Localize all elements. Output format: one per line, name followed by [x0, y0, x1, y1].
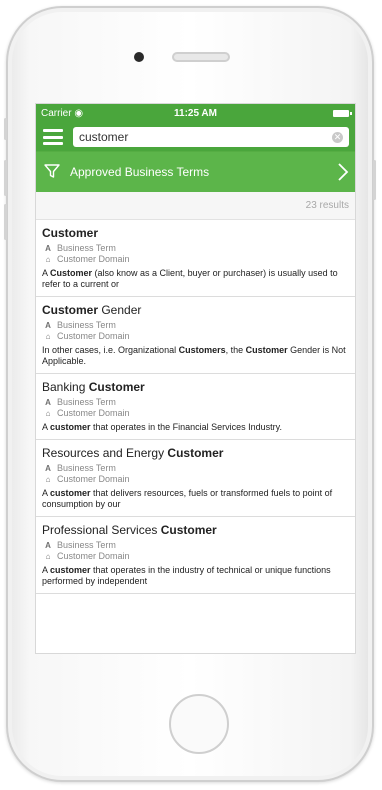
filter-icon — [44, 164, 60, 178]
results-count: 23 results — [36, 192, 355, 220]
clock: 11:25 AM — [174, 108, 217, 119]
result-card[interactable]: Professional Services Customer A Business … — [36, 517, 355, 594]
text-run: , the — [225, 345, 246, 355]
clear-icon[interactable]: ✕ — [332, 132, 343, 143]
result-title[interactable]: Resources and Energy Customer — [42, 446, 349, 460]
business-term-icon: A — [45, 398, 51, 407]
term-type-row: A Business Term — [42, 320, 349, 331]
domain-label: Customer Domain — [57, 408, 130, 418]
result-card[interactable]: Banking Customer A Business Term ⌂ Customer … — [36, 374, 355, 440]
filter-bar[interactable]: Approved Business Terms — [36, 151, 355, 192]
text-run: Banking — [42, 380, 89, 394]
search-box[interactable]: ✕ — [73, 127, 349, 147]
term-type-label: Business Term — [57, 397, 116, 407]
volume-button — [4, 204, 7, 240]
highlighted-term: customer — [50, 422, 91, 432]
text-run: In other cases, i.e. Organizational — [42, 345, 179, 355]
volume-button — [4, 160, 7, 196]
highlighted-term: Customer — [167, 446, 224, 460]
term-type-row: A Business Term — [42, 397, 349, 408]
business-term-icon: A — [45, 541, 51, 550]
text-run: A — [42, 268, 51, 278]
result-card[interactable]: Resources and Energy Customer A Business T… — [36, 440, 355, 517]
highlighted-term: Customer — [50, 268, 93, 278]
term-type-row: A Business Term — [42, 463, 349, 474]
text-run: A — [42, 422, 51, 432]
text-run: that operates in the Financial Services … — [90, 422, 282, 432]
result-card[interactable]: Customer Gender A Business Term ⌂ Customer D… — [36, 297, 355, 374]
domain-icon: ⌂ — [45, 255, 51, 264]
result-description: A customer that operates in the industry… — [42, 565, 349, 587]
text-run: A — [42, 488, 51, 498]
term-type-label: Business Term — [57, 540, 116, 550]
chevron-right-icon[interactable] — [337, 162, 349, 182]
term-type-label: Business Term — [57, 463, 116, 473]
text-run: A — [42, 565, 51, 575]
highlighted-term: Customer — [160, 523, 217, 537]
domain-row: ⌂ Customer Domain — [42, 254, 349, 265]
camera — [134, 52, 144, 62]
domain-icon: ⌂ — [45, 332, 51, 341]
domain-row: ⌂ Customer Domain — [42, 551, 349, 562]
app-screen: Carrier ◉ 11:25 AM ✕ Approved Business T… — [35, 103, 356, 654]
result-description: A customer that operates in the Financia… — [42, 422, 349, 433]
term-type-label: Business Term — [57, 243, 116, 253]
highlighted-term: customer — [50, 565, 91, 575]
business-term-icon: A — [45, 321, 51, 330]
domain-icon: ⌂ — [45, 475, 51, 484]
status-bar: Carrier ◉ 11:25 AM — [36, 104, 355, 123]
business-term-icon: A — [45, 464, 51, 473]
volume-button — [4, 118, 7, 140]
hamburger-icon[interactable] — [43, 129, 63, 145]
highlighted-term: Customer — [245, 345, 288, 355]
search-input[interactable] — [79, 129, 319, 145]
highlighted-term: customer — [50, 488, 91, 498]
result-description: In other cases, i.e. Organizational Cust… — [42, 345, 349, 367]
highlighted-term: Customer — [42, 226, 99, 240]
result-card[interactable]: Customer A Business Term ⌂ Customer Domain A … — [36, 220, 355, 297]
result-description: A Customer (also know as a Client, buyer… — [42, 268, 349, 290]
term-type-row: A Business Term — [42, 540, 349, 551]
domain-row: ⌂ Customer Domain — [42, 331, 349, 342]
term-type-label: Business Term — [57, 320, 116, 330]
highlighted-term: Customer — [88, 380, 145, 394]
text-run: Gender — [98, 303, 142, 317]
power-button — [373, 160, 376, 200]
speaker — [172, 52, 230, 62]
domain-icon: ⌂ — [45, 409, 51, 418]
domain-label: Customer Domain — [57, 474, 130, 484]
result-description: A customer that delivers resources, fuel… — [42, 488, 349, 510]
results-list: Customer A Business Term ⌂ Customer Domain A … — [36, 220, 355, 594]
highlighted-term: Customers — [178, 345, 226, 355]
search-bar: ✕ — [36, 123, 355, 151]
domain-label: Customer Domain — [57, 551, 130, 561]
business-term-icon: A — [45, 244, 51, 253]
text-run: Resources and Energy — [42, 446, 168, 460]
filter-label: Approved Business Terms — [70, 165, 210, 179]
text-run: Professional Services — [42, 523, 161, 537]
domain-icon: ⌂ — [45, 552, 51, 561]
home-button[interactable] — [169, 694, 229, 754]
term-type-row: A Business Term — [42, 243, 349, 254]
result-title[interactable]: Banking Customer — [42, 380, 349, 394]
result-title[interactable]: Professional Services Customer — [42, 523, 349, 537]
domain-row: ⌂ Customer Domain — [42, 408, 349, 419]
domain-label: Customer Domain — [57, 254, 130, 264]
result-title[interactable]: Customer — [42, 226, 349, 240]
battery-icon — [333, 110, 352, 117]
highlighted-term: Customer — [42, 303, 99, 317]
result-title[interactable]: Customer Gender — [42, 303, 349, 317]
domain-label: Customer Domain — [57, 331, 130, 341]
domain-row: ⌂ Customer Domain — [42, 474, 349, 485]
